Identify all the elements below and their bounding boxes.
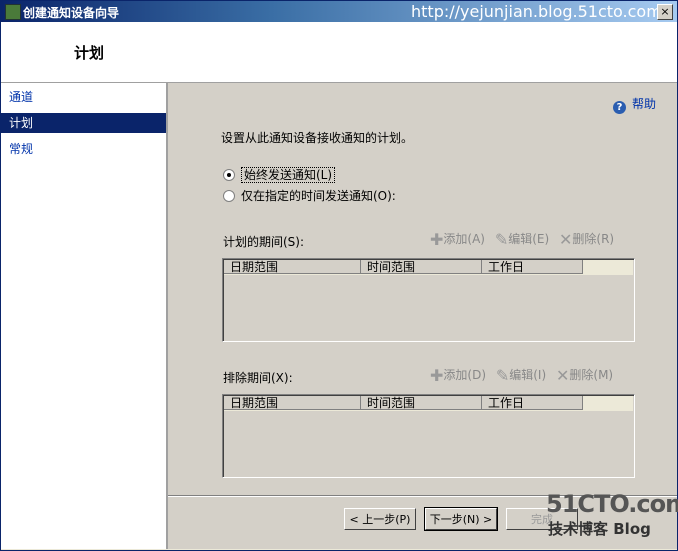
window-title: 创建通知设备向导 xyxy=(23,6,120,20)
pencil-icon: ✎ xyxy=(495,366,510,385)
column-header-time-range[interactable]: 时间范围 xyxy=(361,396,482,410)
radio-dot[interactable] xyxy=(223,190,235,202)
help-label: 帮助 xyxy=(632,97,657,111)
schedule-label: 计划的期间(S): xyxy=(223,235,305,249)
exclusion-edit-button[interactable]: ✎编辑(I) xyxy=(495,366,547,385)
column-header-weekday[interactable]: 工作日 xyxy=(482,260,583,274)
next-button[interactable]: 下一步(N) > xyxy=(424,507,498,531)
sidebar-item-channel[interactable]: 通道 xyxy=(1,87,166,107)
delete-x-icon: ✕ xyxy=(555,366,570,385)
app-icon xyxy=(5,4,21,20)
column-header-date-range[interactable]: 日期范围 xyxy=(224,260,361,274)
exclusion-add-label: 添加(D) xyxy=(443,368,487,382)
schedule-toolbar: ✚添加(A) ✎编辑(E) ✕删除(R) xyxy=(430,230,620,249)
logo-text: 51CTO.com xyxy=(546,490,678,518)
exclusion-edit-label: 编辑(I) xyxy=(509,368,547,382)
exclusion-table[interactable]: 日期范围 时间范围 工作日 xyxy=(222,394,635,478)
description-text: 设置从此通知设备接收通知的计划。 xyxy=(221,131,414,145)
schedule-edit-button[interactable]: ✎编辑(E) xyxy=(494,230,550,249)
column-header-time-range[interactable]: 时间范围 xyxy=(361,260,482,274)
sidebar-item-schedule[interactable]: 计划 xyxy=(1,113,166,133)
schedule-delete-button[interactable]: ✕删除(R) xyxy=(559,230,615,249)
radio-always-label: 始终发送通知(L) xyxy=(241,167,336,183)
schedule-add-label: 添加(A) xyxy=(443,232,485,246)
column-header-date-range[interactable]: 日期范围 xyxy=(224,396,361,410)
back-button[interactable]: < 上一步(P) xyxy=(344,508,416,530)
wizard-header: 计划 xyxy=(1,22,677,83)
wizard-window: 创建通知设备向导 http://yejunjian.blog.51cto.com… xyxy=(0,0,678,551)
close-button[interactable]: × xyxy=(657,4,673,20)
schedule-table-header: 日期范围 时间范围 工作日 xyxy=(224,260,633,275)
delete-x-icon: ✕ xyxy=(559,230,573,249)
sidebar: 通道 计划 常规 xyxy=(1,83,168,549)
page-title: 计划 xyxy=(74,44,105,62)
radio-always-send[interactable]: 始终发送通知(L) xyxy=(223,166,336,183)
logo-subtext: 技术博客 Blog xyxy=(548,518,678,539)
main-panel: ? 帮助 设置从此通知设备接收通知的计划。 始终发送通知(L) 仅在指定的时间发送… xyxy=(168,83,677,549)
radio-specified-time[interactable]: 仅在指定的时间发送通知(O): xyxy=(223,187,396,204)
logo-blog: Blog xyxy=(613,520,651,538)
title-bar[interactable]: 创建通知设备向导 http://yejunjian.blog.51cto.com… xyxy=(1,1,677,22)
radio-dot-selected[interactable] xyxy=(223,169,235,181)
pencil-icon: ✎ xyxy=(494,230,509,249)
help-link[interactable]: ? 帮助 xyxy=(613,95,656,114)
exclusion-toolbar: ✚添加(D) ✎编辑(I) ✕删除(M) xyxy=(430,366,619,385)
schedule-add-button[interactable]: ✚添加(A) xyxy=(430,230,485,249)
watermark-url: http://yejunjian.blog.51cto.com xyxy=(411,2,662,21)
exclusion-delete-button[interactable]: ✕删除(M) xyxy=(555,366,614,385)
schedule-table[interactable]: 日期范围 时间范围 工作日 xyxy=(222,258,635,342)
exclusion-add-button[interactable]: ✚添加(D) xyxy=(430,366,487,385)
exclusion-table-header: 日期范围 时间范围 工作日 xyxy=(224,396,633,411)
watermark-logo: 51CTO.com 技术博客 Blog xyxy=(546,490,678,539)
sidebar-item-general[interactable]: 常规 xyxy=(1,139,166,159)
exclusion-delete-label: 删除(M) xyxy=(569,368,614,382)
exclusion-label: 排除期间(X): xyxy=(223,371,293,385)
column-header-weekday[interactable]: 工作日 xyxy=(482,396,583,410)
schedule-edit-label: 编辑(E) xyxy=(508,232,550,246)
plus-icon: ✚ xyxy=(430,230,444,249)
help-icon: ? xyxy=(613,101,626,114)
radio-specified-label: 仅在指定的时间发送通知(O): xyxy=(241,189,396,203)
schedule-delete-label: 删除(R) xyxy=(572,232,615,246)
plus-icon: ✚ xyxy=(430,366,444,385)
logo-subtext-cn: 技术博客 xyxy=(548,520,609,538)
